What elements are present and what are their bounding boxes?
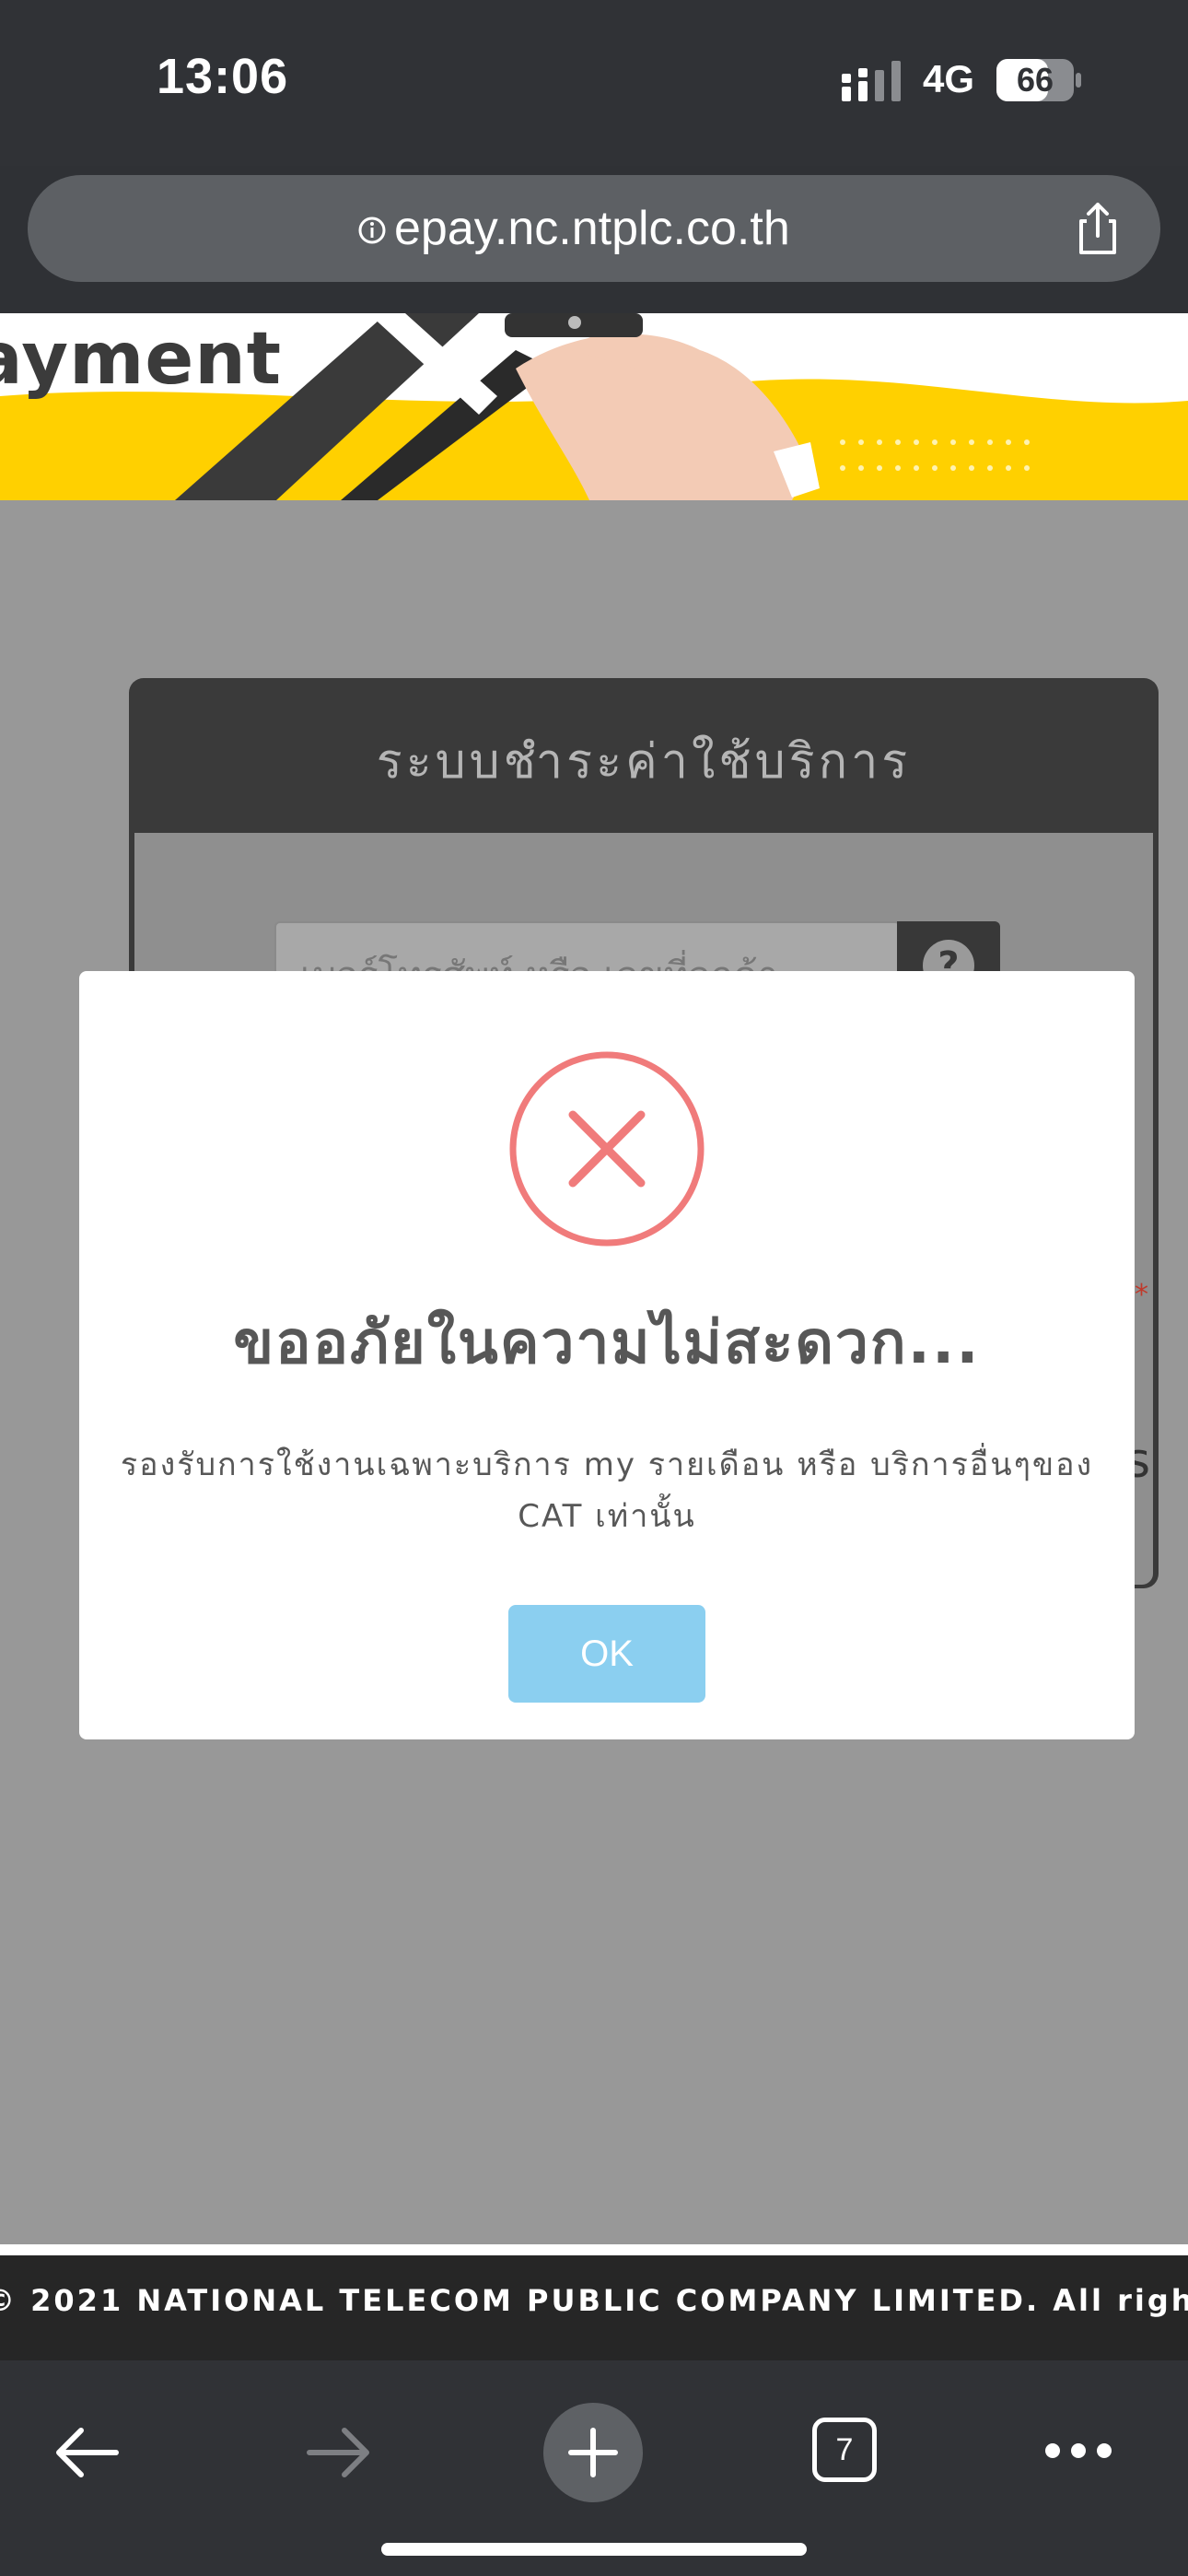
browser-toolbar: 7: [0, 2360, 1188, 2576]
url-text[interactable]: epay.nc.ntplc.co.th: [394, 201, 790, 256]
more-dots-icon[interactable]: [1044, 2441, 1112, 2460]
address-bar[interactable]: epay.nc.ntplc.co.th: [28, 175, 1160, 282]
cellular-signal-icon: [842, 61, 901, 101]
dialog-title: ขออภัยในความไม่สะดวก...: [233, 1309, 981, 1377]
required-mark: *: [1135, 1279, 1148, 1311]
copyright-text: © 2021 NATIONAL TELECOM PUBLIC COMPANY L…: [0, 2283, 1188, 2318]
back-arrow-icon[interactable]: [52, 2423, 122, 2482]
status-time: 13:06: [157, 49, 289, 104]
battery-level: 66: [1016, 61, 1054, 99]
dialog-message: รองรับการใช้งานเฉพาะบริการ my รายเดือน ห…: [120, 1446, 1094, 1535]
share-icon[interactable]: [1068, 199, 1127, 258]
network-type: 4G: [923, 57, 975, 100]
card-title: ระบบชำระค่าใช้บริการ: [376, 734, 912, 790]
info-icon[interactable]: [357, 216, 387, 245]
error-dialog: ขออภัยในความไม่สะดวก... รองรับการใช้งานเ…: [79, 971, 1135, 1739]
banner-dots: [840, 439, 1030, 471]
forward-arrow-icon[interactable]: [304, 2423, 374, 2482]
banner: ayment: [0, 313, 1188, 500]
plus-icon: [568, 2428, 618, 2477]
new-tab-button[interactable]: [543, 2403, 643, 2502]
banner-title: ayment: [0, 318, 283, 401]
ok-button[interactable]: OK: [508, 1605, 705, 1703]
footer: © 2021 NATIONAL TELECOM PUBLIC COMPANY L…: [0, 2255, 1188, 2360]
footer-divider: [0, 2244, 1188, 2255]
status-bar: 13:06 4G 66: [0, 0, 1188, 166]
error-x-icon: [509, 1051, 705, 1247]
tabs-button[interactable]: 7: [812, 2418, 877, 2482]
home-indicator[interactable]: [381, 2543, 807, 2556]
